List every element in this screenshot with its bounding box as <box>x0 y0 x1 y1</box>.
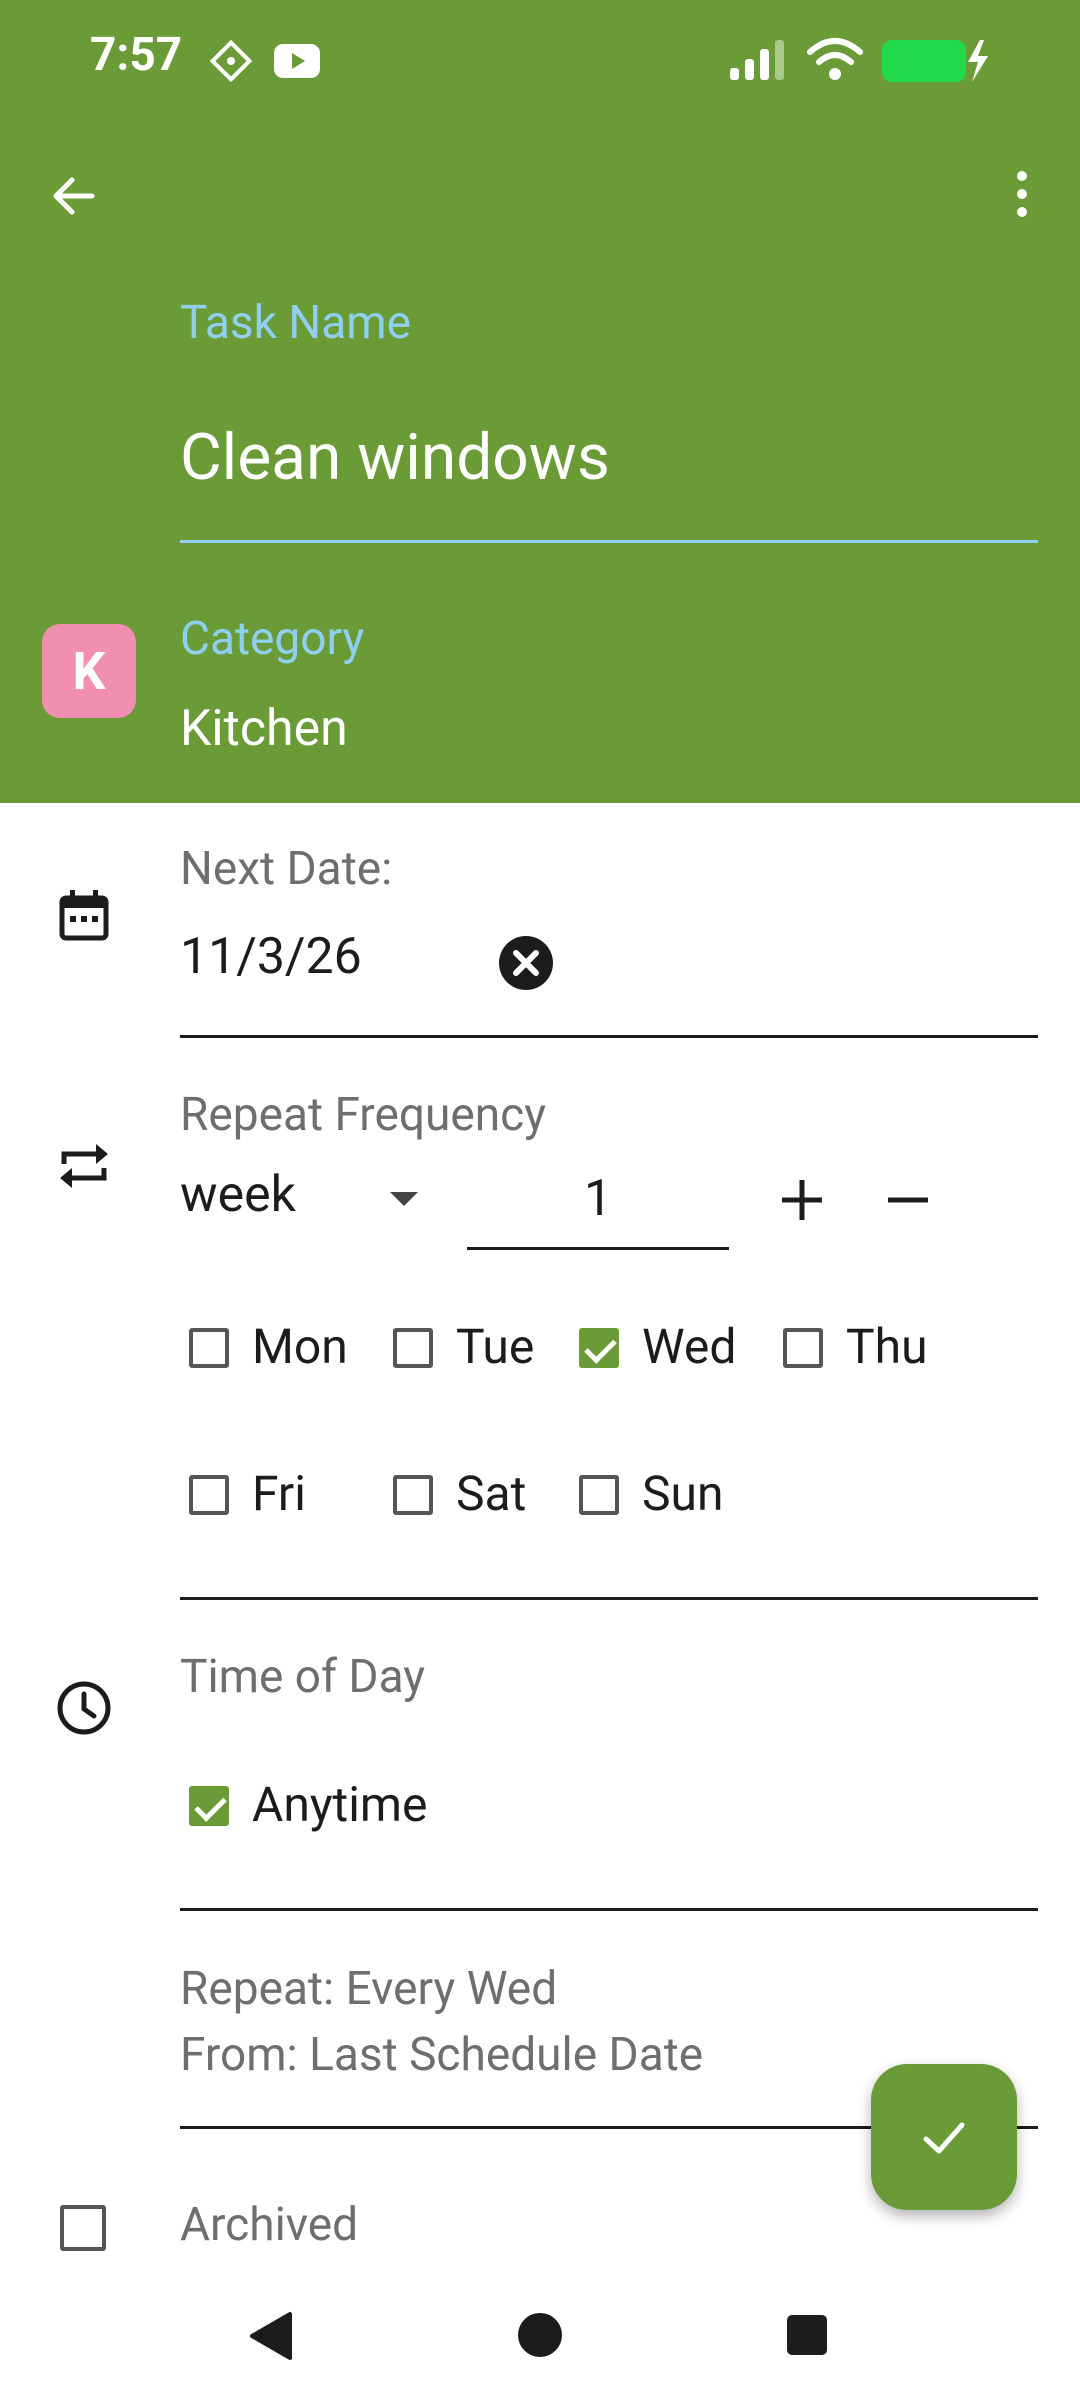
clear-date-icon[interactable] <box>498 935 554 991</box>
checkbox-anytime[interactable] <box>189 1786 229 1826</box>
category-value[interactable]: Kitchen <box>180 700 348 758</box>
task-name-label: Task Name <box>180 296 411 350</box>
next-date-value[interactable]: 11/3/26 <box>180 928 362 986</box>
task-name-underline <box>180 540 1038 543</box>
checkbox-wed[interactable] <box>579 1328 619 1368</box>
nav-back-icon[interactable] <box>246 2310 296 2362</box>
repeat-frequency-label: Repeat Frequency <box>180 1088 546 1142</box>
day-label-sun: Sun <box>642 1465 724 1522</box>
time-of-day-divider <box>180 1908 1038 1911</box>
category-label: Category <box>180 612 365 666</box>
repeat-from-summary: From: Last Schedule Date <box>180 2028 704 2082</box>
battery-charging-icon <box>882 40 988 82</box>
anytime-label: Anytime <box>252 1776 428 1833</box>
day-label-tue: Tue <box>456 1318 535 1375</box>
day-label-fri: Fri <box>252 1465 306 1522</box>
day-label-wed: Wed <box>642 1318 737 1375</box>
youtube-icon <box>274 44 320 78</box>
archived-label: Archived <box>180 2198 359 2252</box>
clock-icon <box>57 1681 111 1735</box>
repeat-count-underline <box>467 1247 729 1250</box>
nav-recents-icon[interactable] <box>784 2312 830 2358</box>
next-date-divider <box>180 1035 1038 1038</box>
day-label-mon: Mon <box>252 1318 348 1375</box>
save-button[interactable] <box>871 2064 1017 2210</box>
decrement-icon[interactable] <box>886 1178 930 1222</box>
header: 7:57 Task Name Clean windows K Category … <box>0 0 1080 803</box>
calendar-icon <box>59 890 109 941</box>
day-label-thu: Thu <box>846 1318 928 1375</box>
back-arrow-icon[interactable] <box>48 170 100 222</box>
app-notification-icon <box>210 40 252 82</box>
system-navigation-bar <box>0 2290 1080 2400</box>
repeat-icon <box>60 1144 108 1188</box>
more-options-icon[interactable] <box>1010 168 1034 224</box>
task-name-input[interactable]: Clean windows <box>180 420 610 495</box>
checkbox-sun[interactable] <box>579 1475 619 1515</box>
increment-icon[interactable] <box>780 1178 824 1222</box>
checkbox-archived[interactable] <box>60 2205 106 2251</box>
repeat-unit-dropdown[interactable]: week <box>180 1166 296 1224</box>
category-badge: K <box>42 624 136 718</box>
day-label-sat: Sat <box>456 1465 527 1522</box>
status-time: 7:57 <box>90 28 183 82</box>
next-date-label: Next Date: <box>180 842 393 896</box>
check-icon <box>923 2122 965 2154</box>
checkbox-thu[interactable] <box>783 1328 823 1368</box>
dropdown-arrow-icon[interactable] <box>388 1190 420 1208</box>
wifi-icon <box>807 38 863 80</box>
time-of-day-label: Time of Day <box>180 1650 426 1704</box>
repeat-summary: Repeat: Every Wed <box>180 1962 558 2016</box>
checkbox-mon[interactable] <box>189 1328 229 1368</box>
checkbox-fri[interactable] <box>189 1475 229 1515</box>
checkbox-tue[interactable] <box>393 1328 433 1368</box>
signal-icon <box>730 40 784 80</box>
repeat-count-input[interactable]: 1 <box>467 1170 729 1228</box>
repeat-divider <box>180 1597 1038 1600</box>
checkbox-sat[interactable] <box>393 1475 433 1515</box>
nav-home-icon[interactable] <box>515 2310 565 2360</box>
